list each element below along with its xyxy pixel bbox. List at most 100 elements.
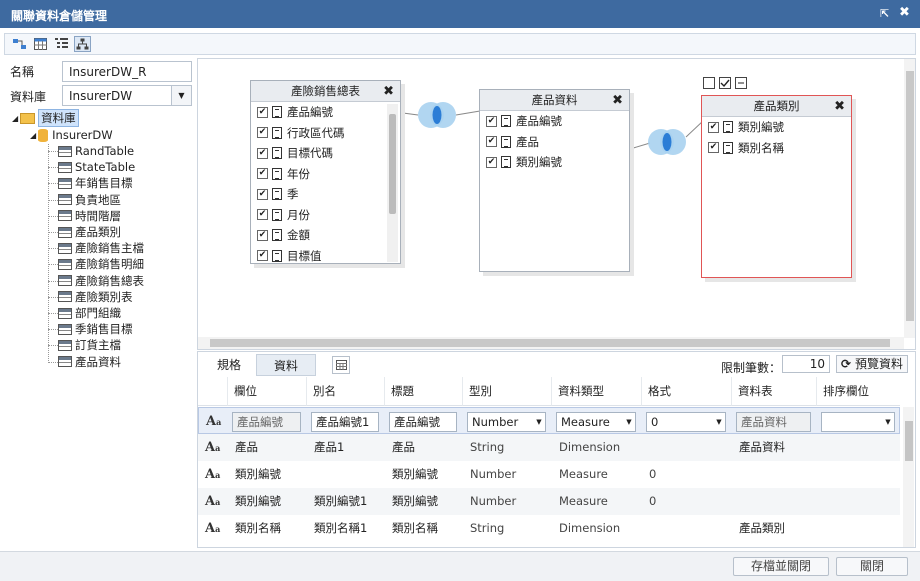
cell-input-format[interactable]: 0 ▼ [646,412,726,432]
column-header[interactable]: 資料表 [731,377,810,406]
tab-data[interactable]: 資料 [256,354,316,376]
tree-node-table[interactable]: 產品資料 [58,354,121,370]
table-card-product[interactable]: 產品資料 ✖ ✔ 產品編號 ✔ 產品 ✔ 類別編號 [479,89,630,272]
field-row[interactable]: ✔ 類別編號 [702,117,851,138]
scrollbar-thumb[interactable] [389,114,396,214]
table-row[interactable]: Aa 類別編號 類別編號1 類別編號 Number Measure 0 [198,488,900,515]
canvas-vertical-scrollbar[interactable] [904,59,915,338]
checkbox-checked[interactable]: ✔ [257,168,268,180]
limit-input[interactable]: 10 [782,355,830,373]
list-view-icon[interactable] [53,36,70,52]
field-row[interactable]: ✔ 季 [251,184,388,205]
field-row[interactable]: ✔ 行政區代碼 [251,123,388,144]
checkbox-checked[interactable]: ✔ [257,229,268,241]
checkbox-checked[interactable]: ✔ [486,136,497,148]
remove-table-icon[interactable]: ✖ [612,91,623,111]
cell-input-type[interactable]: Number ▼ [467,412,546,432]
tree-node-table[interactable]: 產險銷售明細 [58,256,144,272]
column-header[interactable]: 標題 [384,377,456,406]
column-header[interactable]: 型別 [462,377,545,406]
chevron-down-icon[interactable]: ▼ [623,413,635,431]
close-icon[interactable]: ✖ [899,5,910,20]
cell-input-caption[interactable]: 產品編號 [389,412,457,432]
table-row[interactable]: Aa 產品 產品1 產品 String Dimension 產品資料 [198,434,900,461]
tree-node-table[interactable]: 部門組織 [58,305,121,321]
tree-node-table[interactable]: RandTable [58,143,134,159]
restore-icon[interactable]: ⇱ [880,7,889,20]
checkbox-checked[interactable]: ✔ [257,127,268,139]
field-row[interactable]: ✔ 產品編號 [251,102,388,123]
scrollbar-thumb[interactable] [210,339,890,347]
relation-view-icon[interactable] [11,36,28,52]
join-icon-2[interactable] [648,129,686,155]
column-header[interactable]: 欄位 [227,377,300,406]
chevron-down-icon[interactable]: ▼ [713,413,725,431]
table-row[interactable]: Aa 類別名稱 類別名稱1 類別名稱 String Dimension 產品類別 [198,515,900,542]
table-icon[interactable] [332,356,350,374]
field-row[interactable]: ✔ 年份 [251,164,388,185]
table-row[interactable]: Aa 類別編號 類別編號 Number Measure 0 [198,461,900,488]
field-row[interactable]: ✔ 產品 [480,132,629,153]
checkbox-checked[interactable]: ✔ [257,209,268,221]
tree-node-table[interactable]: 產險銷售總表 [58,273,144,289]
field-list-scrollbar[interactable] [387,104,398,262]
tree-node-database[interactable]: ◢ InsurerDW [30,127,113,143]
checkbox-checked[interactable]: ✔ [708,142,719,154]
preview-data-button[interactable]: ⟳ 預覽資料 [836,355,908,373]
tree-node-table[interactable]: 負責地區 [58,192,121,208]
field-row[interactable]: ✔ 產品編號 [480,111,629,132]
column-header[interactable]: 格式 [641,377,725,406]
remove-table-icon[interactable]: ✖ [383,82,394,102]
table-row[interactable]: Aa 產品編號 產品編號1 產品編號 Number ▼ Measure ▼ 0 ▼ 產品資料 ▼ [198,407,900,434]
tree-node-table[interactable]: 時間階層 [58,208,121,224]
tab-spec[interactable]: 規格 [204,354,254,376]
database-select[interactable]: InsurerDW ▼ [62,85,192,106]
cell-input-alias[interactable]: 產品編號1 [311,412,379,432]
scrollbar-thumb[interactable] [905,421,913,461]
table-card-product-category[interactable]: 產品類別 ✖ ✔ 類別編號 ✔ 類別名稱 [701,95,852,278]
checkbox-checked[interactable]: ✔ [708,121,719,133]
tree-node-table[interactable]: StateTable [58,159,135,175]
field-row[interactable]: ✔ 金額 [251,225,388,246]
field-row[interactable]: ✔ 月份 [251,205,388,226]
table-card-sales-summary[interactable]: 產險銷售總表 ✖ ✔ 產品編號 ✔ 行政區代碼 ✔ 目標代碼 ✔ 年份 ✔ 季 ✔ 月份 ✔ 金額 ✔ 目標值 [250,80,401,264]
field-row[interactable]: ✔ 目標代碼 [251,143,388,164]
canvas-horizontal-scrollbar[interactable] [198,337,904,349]
tree-expander-icon[interactable]: ◢ [30,131,36,140]
field-row[interactable]: ✔ 類別名稱 [702,138,851,159]
tree-node-table[interactable]: 年銷售目標 [58,175,133,191]
checkbox-checked[interactable]: ✔ [486,115,497,127]
remove-table-icon[interactable]: ✖ [834,97,845,117]
scrollbar-thumb[interactable] [906,71,914,321]
tree-node-root[interactable]: ◢ 資料庫 [12,109,79,127]
column-header[interactable]: 別名 [306,377,378,406]
cell-input-dtype[interactable]: Measure ▼ [556,412,636,432]
checkbox-checked[interactable]: ✔ [257,250,268,262]
checkbox-checked[interactable]: ✔ [257,188,268,200]
name-input[interactable]: InsurerDW_R [62,61,192,82]
chevron-down-icon[interactable]: ▼ [171,86,191,105]
close-button[interactable]: 關閉 [836,557,908,576]
field-row[interactable]: ✔ 類別編號 [480,152,629,173]
tree-node-table[interactable]: 訂貨主檔 [58,337,121,353]
tree-node-table[interactable]: 產品類別 [58,224,121,240]
tree-node-table[interactable]: 季銷售目標 [58,321,133,337]
save-and-close-button[interactable]: 存檔並關閉 [733,557,829,576]
chevron-down-icon[interactable]: ▼ [533,413,545,431]
grid-vertical-scrollbar[interactable] [903,407,914,547]
checkbox-checked[interactable]: ✔ [257,106,268,118]
column-header[interactable]: 資料類型 [551,377,635,406]
tree-node-table[interactable]: 產險銷售主檔 [58,240,144,256]
cell-input-table[interactable]: 產品資料 [736,412,811,432]
tree-expander-icon[interactable]: ◢ [12,114,18,123]
checkbox-checked[interactable]: ✔ [486,156,497,168]
hierarchy-view-icon[interactable] [74,36,91,52]
tree-node-table[interactable]: 產險類別表 [58,289,133,305]
join-icon-1[interactable] [418,102,456,128]
cell-input-sort[interactable]: ▼ [821,412,895,432]
checkbox-checked[interactable]: ✔ [257,147,268,159]
chevron-down-icon[interactable]: ▼ [882,413,894,431]
table-view-icon[interactable] [32,36,49,52]
field-row[interactable]: ✔ 目標值 [251,246,388,264]
column-header[interactable]: 排序欄位 [816,377,894,406]
